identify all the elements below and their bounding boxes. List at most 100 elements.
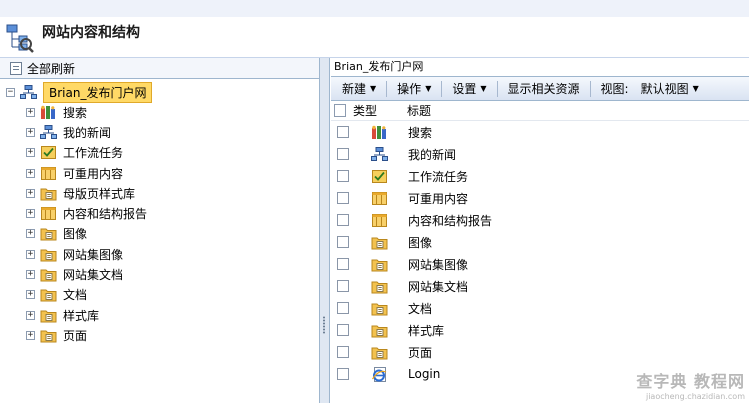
row-checkbox[interactable] [337, 324, 349, 336]
site-structure-icon [6, 24, 34, 53]
tree-node-label[interactable]: 图像 [63, 225, 87, 242]
pane-splitter[interactable] [320, 58, 330, 403]
item-title[interactable]: 工作流任务 [408, 168, 468, 185]
row-checkbox[interactable] [337, 280, 349, 292]
tree-node[interactable]: + 页面 [0, 325, 319, 345]
list-item[interactable]: 文档 [331, 297, 749, 319]
splitter-grip[interactable] [323, 316, 325, 334]
tree-node[interactable]: + 文档 [0, 285, 319, 305]
list-item[interactable]: 页面 [331, 341, 749, 363]
item-title[interactable]: 样式库 [408, 322, 444, 339]
tree-node-label[interactable]: 样式库 [63, 307, 99, 324]
tree-node-label[interactable]: 工作流任务 [63, 144, 123, 161]
tree-node-label[interactable]: 我的新闻 [63, 124, 111, 141]
tree-node[interactable]: + 搜索 [0, 102, 319, 122]
expand-icon[interactable]: + [26, 310, 35, 320]
item-title[interactable]: 网站集文档 [408, 278, 468, 295]
view-label: 视图: [600, 82, 629, 96]
row-checkbox[interactable] [337, 214, 349, 226]
new-menu-label: 新建 [342, 82, 367, 96]
list-icon [371, 191, 388, 206]
list-item[interactable]: 图像 [331, 231, 749, 253]
expand-icon[interactable]: + [26, 330, 35, 340]
list-item[interactable]: 样式库 [331, 319, 749, 341]
toolbar-separator [441, 80, 443, 97]
list-item[interactable]: 网站集图像 [331, 253, 749, 275]
expand-icon[interactable]: + [26, 188, 35, 198]
list-toolbar: 新建 ▼ 操作 ▼ 设置 ▼ 显示相关资源 视图: 默认视图 ▼ [331, 77, 749, 101]
tree-node-label[interactable]: 搜索 [63, 104, 87, 121]
expand-icon[interactable]: + [26, 229, 35, 239]
item-title[interactable]: 文档 [408, 300, 432, 317]
row-checkbox[interactable] [337, 258, 349, 270]
item-title[interactable]: 我的新闻 [408, 146, 456, 163]
tree-pane: 全部刷新 − Brian_发布门户网 + 搜索 + 我的新闻 + 工作流任务 + 可重用内容 +… [0, 58, 320, 403]
list-item[interactable]: 工作流任务 [331, 165, 749, 187]
view-select[interactable]: 默认视图 ▼ [635, 79, 705, 99]
tree-node[interactable]: + 可重用内容 [0, 163, 319, 183]
list-item[interactable]: 内容和结构报告 [331, 209, 749, 231]
tree-node[interactable]: + 内容和结构报告 [0, 203, 319, 223]
expand-icon[interactable]: + [26, 209, 35, 219]
tree-node[interactable]: + 母版页样式库 [0, 183, 319, 203]
row-checkbox[interactable] [337, 170, 349, 182]
expand-icon[interactable]: + [26, 290, 35, 300]
actions-menu-label: 操作 [397, 82, 422, 96]
show-related-resources-button[interactable]: 显示相关资源 [502, 79, 586, 99]
list-item[interactable]: 可重用内容 [331, 187, 749, 209]
item-title[interactable]: 可重用内容 [408, 190, 468, 207]
expand-icon[interactable]: + [26, 249, 35, 259]
collapse-icon[interactable]: − [6, 87, 15, 97]
tree-node[interactable]: + 工作流任务 [0, 143, 319, 163]
tree-node[interactable]: + 网站集文档 [0, 264, 319, 284]
item-title[interactable]: 内容和结构报告 [408, 212, 492, 229]
row-checkbox[interactable] [337, 346, 349, 358]
tree-node[interactable]: + 图像 [0, 224, 319, 244]
expand-icon[interactable]: + [26, 168, 35, 178]
list-item[interactable]: 我的新闻 [331, 143, 749, 165]
expand-icon[interactable]: + [26, 127, 35, 137]
tree-node-label[interactable]: 可重用内容 [63, 165, 123, 182]
row-checkbox[interactable] [337, 126, 349, 138]
row-checkbox[interactable] [337, 148, 349, 160]
tree-root[interactable]: − Brian_发布门户网 [0, 81, 319, 103]
row-checkbox[interactable] [337, 192, 349, 204]
expand-icon[interactable]: + [26, 270, 35, 280]
expand-icon[interactable]: + [26, 148, 35, 158]
site-icon [20, 84, 37, 99]
row-checkbox[interactable] [337, 302, 349, 314]
settings-menu-button[interactable]: 设置 ▼ [446, 79, 492, 99]
tree-node-label[interactable]: 文档 [63, 286, 87, 303]
list-item[interactable]: 搜索 [331, 121, 749, 143]
list-item[interactable]: 网站集文档 [331, 275, 749, 297]
tree-node[interactable]: + 我的新闻 [0, 122, 319, 142]
tree-node-label[interactable]: 内容和结构报告 [63, 205, 147, 222]
top-band [0, 0, 749, 17]
item-title[interactable]: 页面 [408, 344, 432, 361]
column-title[interactable]: 标题 [407, 102, 431, 119]
tree-node-label[interactable]: 网站集图像 [63, 246, 123, 263]
item-title[interactable]: Login [408, 367, 440, 381]
refresh-all-button[interactable]: 全部刷新 [0, 58, 319, 79]
expand-icon[interactable]: + [26, 107, 35, 117]
new-menu-button[interactable]: 新建 ▼ [336, 79, 382, 99]
item-title[interactable]: 搜索 [408, 124, 432, 141]
library-icon [40, 267, 57, 282]
tree-node-label[interactable]: 网站集文档 [63, 266, 123, 283]
task-list-icon [371, 169, 388, 184]
select-all-icon[interactable] [334, 104, 346, 117]
column-type[interactable]: 类型 [353, 102, 407, 119]
tree-node[interactable]: + 网站集图像 [0, 244, 319, 264]
tree-root-label[interactable]: Brian_发布门户网 [43, 81, 153, 103]
tree-node[interactable]: + 样式库 [0, 305, 319, 325]
actions-menu-button[interactable]: 操作 ▼ [391, 79, 437, 99]
list-icon [40, 206, 57, 221]
item-title[interactable]: 图像 [408, 234, 432, 251]
library-icon [40, 287, 57, 302]
tree-node-label[interactable]: 页面 [63, 327, 87, 344]
item-title[interactable]: 网站集图像 [408, 256, 468, 273]
row-checkbox[interactable] [337, 236, 349, 248]
row-checkbox[interactable] [337, 368, 349, 380]
watermark-url: jiaocheng.chazidian.com [645, 392, 745, 401]
tree-node-label[interactable]: 母版页样式库 [63, 185, 135, 202]
